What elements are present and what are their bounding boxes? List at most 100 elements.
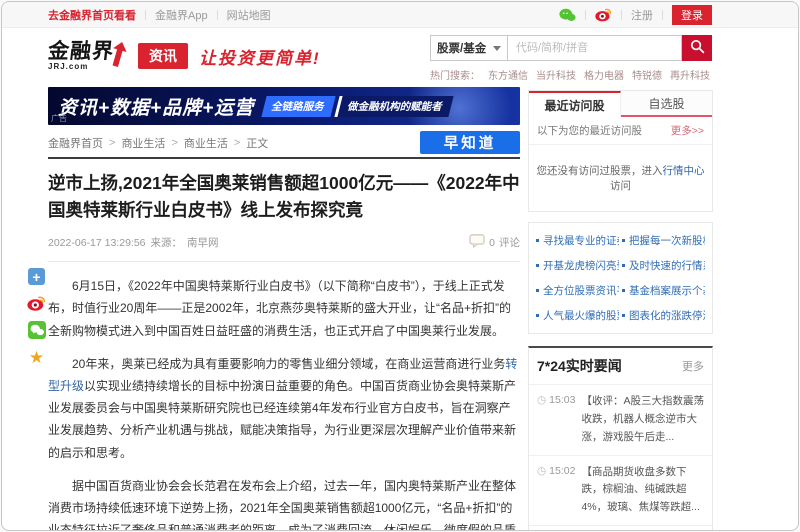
breadcrumb-channel[interactable]: 商业生活 [121, 135, 165, 151]
tab-recent-stocks[interactable]: 最近访问股 [529, 91, 621, 117]
home-link[interactable]: 去金融界首页看看 [48, 7, 136, 23]
quick-link[interactable]: 开基龙虎榜闪亮登场 [536, 258, 619, 273]
divider [217, 10, 218, 20]
search-button[interactable] [682, 35, 712, 61]
hot-search-item[interactable]: 特锐德 [632, 67, 662, 82]
quick-link-label: 把握每一次新股机会 [629, 233, 705, 248]
empty-text-before: 您还没有访问过股票，进入 [537, 165, 663, 177]
channel-badge[interactable]: 资讯 [138, 43, 188, 69]
quick-link[interactable]: 全方位股票资讯平台 [536, 283, 619, 298]
logo-text: 金融界 JRJ.com [48, 41, 114, 71]
header: 金融界 JRJ.com 资讯 让投资更简单! 股票/基金 [2, 28, 798, 84]
comments-link[interactable]: 0 评论 [469, 234, 520, 251]
recent-stocks-label: 以下为您的最近访问股 [537, 123, 642, 138]
bullet-icon [622, 264, 625, 267]
breadcrumb-separator: > [171, 137, 177, 149]
bullet-icon [622, 289, 625, 292]
breadcrumb: 金融界首页 > 商业生活 > 商业生活 > 正文 [48, 135, 268, 151]
quick-link[interactable]: 人气最火爆的股票论坛 [536, 308, 619, 323]
quick-link[interactable]: 基金档案展示个基资料 [622, 283, 705, 298]
breadcrumb-current: 正文 [246, 135, 268, 151]
news-time-value: 15:02 [549, 465, 575, 477]
realtime-news-header: 7*24实时要闻 更多 [529, 348, 712, 384]
article-meta: 2022-06-17 13:29:56 来源： 南早网 0 评论 [48, 234, 520, 262]
article-paragraph: 20年来，奥莱已经成为具有重要影响力的零售业细分领域，在商业运营商进行业务转型升… [48, 353, 520, 464]
comment-label: 评论 [499, 235, 520, 250]
quick-link[interactable]: 把握每一次新股机会 [622, 233, 705, 248]
clock-icon: ◷ [537, 465, 546, 477]
search-category-select[interactable]: 股票/基金 [430, 35, 508, 61]
ad-badge-service: 全链路服务 [262, 96, 336, 117]
ad-badge-slogan: 做金融机构的赋能者 [334, 96, 453, 117]
quick-link[interactable]: 及时快速的行情系统 [622, 258, 705, 273]
zaozhidao-button[interactable]: 早知道 [420, 131, 520, 154]
hot-search-item[interactable]: 当升科技 [536, 67, 576, 82]
search-input[interactable] [508, 35, 682, 61]
logo-sub-text: JRJ.com [48, 63, 114, 71]
sitemap-link[interactable]: 网站地图 [227, 7, 271, 23]
sidebar: 最近访问股 自选股 以下为您的最近访问股 更多>> 您还没有访问过股票，进入行情… [528, 87, 713, 531]
comment-count: 0 [489, 237, 495, 249]
hot-search-row: 热门搜索： 东方通信 当升科技 格力电器 特锐德 再升科技 [430, 67, 712, 82]
login-button[interactable]: 登录 [672, 5, 712, 25]
site-logo[interactable]: 金融界 JRJ.com [48, 41, 125, 72]
search-row: 股票/基金 [430, 35, 712, 61]
breadcrumb-section[interactable]: 商业生活 [184, 135, 228, 151]
logo-main-text: 金融界 [47, 41, 115, 62]
hot-search-item[interactable]: 再升科技 [670, 67, 710, 82]
paragraph-text: 以实现业绩持续增长的目标中扮演日益重要的角色。中国百货商业协会奥特莱斯产业发展委… [48, 379, 516, 460]
share-more-icon[interactable]: + [28, 268, 45, 285]
bullet-icon [622, 239, 625, 242]
site-slogan: 让投资更简单! [199, 44, 321, 69]
hot-search-label: 热门搜索： [430, 67, 480, 82]
comment-bubble-icon [469, 234, 485, 251]
hot-search-item[interactable]: 东方通信 [488, 67, 528, 82]
ad-banner[interactable]: 资讯+数据+品牌+运营 全链路服务 做金融机构的赋能者 广告 [48, 87, 520, 125]
bullet-icon [536, 289, 539, 292]
wechat-share-icon[interactable] [28, 321, 46, 339]
bullet-icon [622, 314, 625, 317]
quick-link-label: 全方位股票资讯平台 [543, 283, 619, 298]
weibo-icon[interactable] [595, 7, 612, 22]
page-frame: 去金融界首页看看 金融界App 网站地图 注册 登录 金融界 JRJ.com [1, 1, 799, 531]
quick-link-label: 基金档案展示个基资料 [629, 283, 705, 298]
quick-link-label: 寻找最专业的证券信息 [543, 233, 619, 248]
news-item: ◷15:02 【商品期货收盘多数下跌，棕榈油、纯碱跌超4%，玻璃、焦煤等跌超..… [529, 455, 712, 526]
article-body: 6月15日，《2022年中国奥特莱斯行业白皮书》（以下简称“白皮书”），于线上正… [48, 275, 520, 531]
clock-icon: ◷ [537, 394, 546, 406]
recent-stocks-empty-state: 您还没有访问过股票，进入行情中心访问 [529, 145, 712, 211]
search-icon [690, 39, 705, 57]
wechat-icon[interactable] [559, 8, 576, 22]
quick-link-label: 及时快速的行情系统 [629, 258, 705, 273]
share-toolbar: + ★ [27, 268, 46, 366]
stock-widget: 最近访问股 自选股 以下为您的最近访问股 更多>> 您还没有访问过股票，进入行情… [528, 90, 713, 212]
ad-banner-content: 资讯+数据+品牌+运营 全链路服务 做金融机构的赋能者 [48, 87, 520, 125]
recent-stocks-subheader: 以下为您的最近访问股 更多>> [529, 117, 712, 145]
quick-link[interactable]: 寻找最专业的证券信息 [536, 233, 619, 248]
app-link[interactable]: 金融界App [155, 7, 208, 23]
news-headline[interactable]: 【收评：A股三大指数震荡收跌，机器人概念逆市大涨，游戏股午后走... [581, 393, 704, 447]
weibo-share-icon[interactable] [27, 295, 46, 311]
article-source[interactable]: 南早网 [187, 235, 219, 250]
realtime-news-more-link[interactable]: 更多 [682, 358, 704, 374]
breadcrumb-row: 金融界首页 > 商业生活 > 商业生活 > 正文 早知道 [48, 128, 520, 159]
news-timestamp: ◷15:03 [537, 393, 575, 406]
news-timestamp: ◷15:02 [537, 464, 575, 477]
news-headline[interactable]: 【商品期货收盘多数下跌，棕榈油、纯碱跌超4%，玻璃、焦煤等跌超... [581, 464, 704, 518]
quick-link[interactable]: 图表化的涨跌停温度计 [622, 308, 705, 323]
ad-tag: 广告 [51, 113, 67, 124]
topbar-links: 去金融界首页看看 金融界App 网站地图 [48, 7, 271, 23]
news-item: ◷14:46 【安信证券：房地产销售拐点到了吗？】6月全国销售见底的概率有多..… [529, 525, 712, 531]
qzone-share-icon[interactable]: ★ [29, 349, 44, 366]
recent-stocks-more-link[interactable]: 更多>> [671, 123, 704, 138]
breadcrumb-home[interactable]: 金融界首页 [48, 135, 103, 151]
divider [145, 10, 146, 20]
content-column: 资讯+数据+品牌+运营 全链路服务 做金融机构的赋能者 广告 金融界首页 > 商… [48, 87, 520, 531]
market-center-link[interactable]: 行情中心 [663, 165, 705, 177]
paragraph-text: 20年来，奥莱已经成为具有重要影响力的零售业细分领域，在商业运营商进行业务 [72, 357, 505, 371]
topbar: 去金融界首页看看 金融界App 网站地图 注册 登录 [2, 2, 798, 28]
tab-watchlist[interactable]: 自选股 [621, 91, 712, 117]
main-area: 资讯+数据+品牌+运营 全链路服务 做金融机构的赋能者 广告 金融界首页 > 商… [2, 84, 798, 531]
hot-search-item[interactable]: 格力电器 [584, 67, 624, 82]
register-link[interactable]: 注册 [631, 7, 653, 23]
